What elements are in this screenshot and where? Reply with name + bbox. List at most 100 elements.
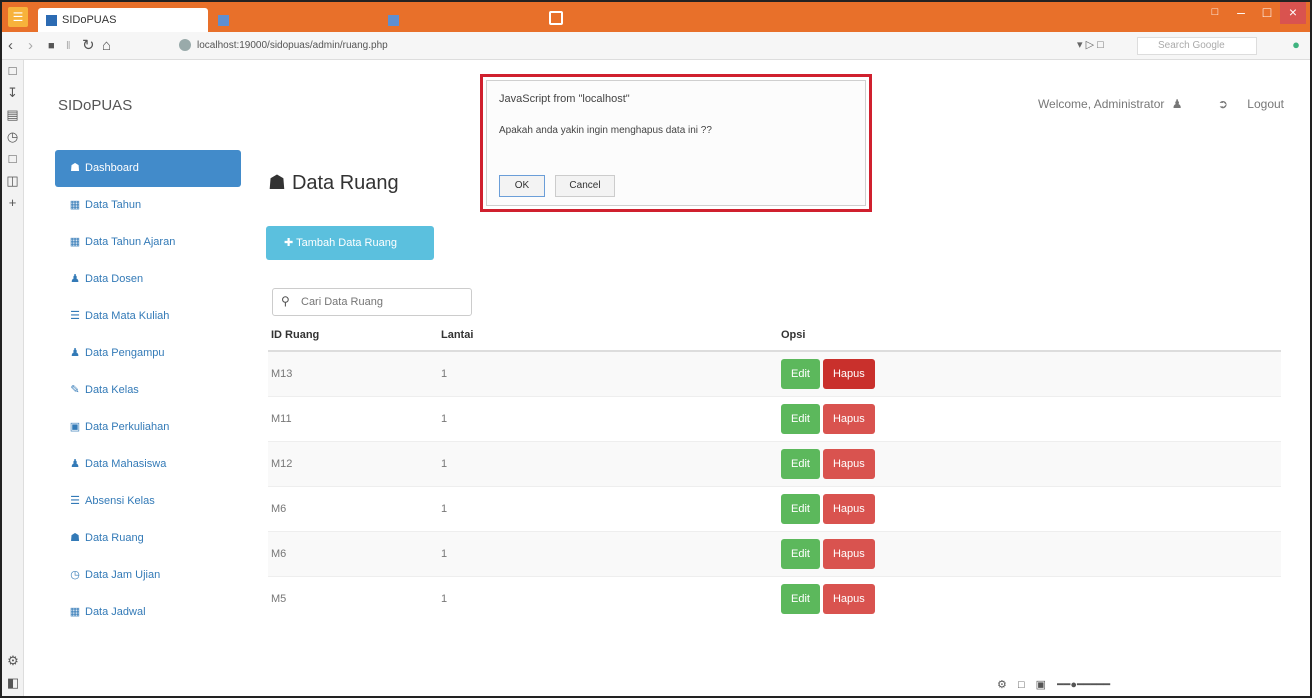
cell-id-ruang: M5 — [268, 575, 438, 621]
record-icon[interactable]: ■ — [48, 37, 55, 55]
sidebar-item-data-perkuliahan[interactable]: ▣ Data Perkuliahan — [55, 409, 241, 446]
sidebar-item-data-tahun-ajaran[interactable]: ▦ Data Tahun Ajaran — [55, 224, 241, 261]
edit-button[interactable]: Edit — [781, 538, 820, 569]
delete-button[interactable]: Hapus — [822, 448, 875, 479]
edit-button[interactable]: Edit — [781, 358, 820, 389]
edit-button[interactable]: Edit — [781, 403, 820, 434]
room-search-input[interactable] — [301, 293, 461, 311]
sidebar-item-data-jam-ujian[interactable]: ◷ Data Jam Ujian — [55, 557, 241, 594]
column-header-id-ruang[interactable]: ID Ruang — [268, 319, 438, 352]
close-window-icon[interactable]: × — [1280, 2, 1306, 24]
home-icon: ☗ — [70, 532, 80, 544]
image-icon[interactable]: ▣ — [1036, 679, 1046, 691]
window-icon[interactable]: □ — [2, 148, 23, 170]
user-icon: ♟ — [70, 273, 80, 285]
delete-button[interactable]: Hapus — [822, 493, 875, 524]
home-icon[interactable]: ⌂ — [102, 37, 111, 55]
table-header-row: ID Ruang Lantai Opsi — [268, 319, 1281, 352]
add-room-button[interactable]: ✚ Tambah Data Ruang — [266, 226, 434, 260]
column-header-lantai[interactable]: Lantai — [438, 319, 778, 352]
new-tab-icon[interactable] — [549, 11, 563, 25]
room-table: ID Ruang Lantai Opsi M13 1 Edit Hapus M11… — [268, 319, 1281, 621]
cell-opsi: Edit Hapus — [778, 350, 1281, 396]
cell-lantai: 1 — [438, 395, 778, 441]
tab-sidopuas[interactable]: SIDoPUAS — [38, 8, 208, 32]
cell-lantai: 1 — [438, 530, 778, 576]
cell-lantai: 1 — [438, 350, 778, 396]
zoom-slider[interactable]: ━━●━━━━━ — [1057, 679, 1110, 691]
reload-icon[interactable]: ↻ — [82, 37, 95, 55]
bookmarks-icon[interactable]: □ — [2, 60, 23, 82]
user-icon: ♟ — [1171, 97, 1183, 111]
extension-icon[interactable]: ● — [1292, 37, 1300, 52]
sidebar-item-data-kelas[interactable]: ✎ Data Kelas — [55, 372, 241, 409]
minimize-icon[interactable]: – — [1228, 2, 1254, 24]
table-icon: ▦ — [69, 199, 81, 211]
sidebar-item-data-jadwal[interactable]: ▦ Data Jadwal — [55, 594, 241, 631]
sidebar-item-data-mahasiswa[interactable]: ♟ Data Mahasiswa — [55, 446, 241, 483]
tab-background-1[interactable] — [210, 8, 378, 32]
sync-icon[interactable]: ⚙ — [997, 679, 1007, 691]
cell-id-ruang: M12 — [268, 440, 438, 486]
browser-search-input[interactable]: Search Google — [1137, 37, 1257, 55]
sidebar-item-absensi-kelas[interactable]: ☰ Absensi Kelas — [55, 483, 241, 520]
browser-window: ☰ SIDoPUAS □ – □ × ‹ › ■ ‖ ↻ ⌂ localhost… — [0, 0, 1312, 698]
tab-background-2[interactable] — [380, 8, 546, 32]
home-icon: ☗ — [70, 162, 80, 174]
page-favicon-icon — [388, 14, 399, 26]
clock-icon: ◷ — [70, 569, 80, 581]
edit-button[interactable]: Edit — [781, 493, 820, 524]
site-info-icon[interactable] — [179, 39, 191, 51]
address-bar: ‹ › ■ ‖ ↻ ⌂ localhost:19000/sidopuas/adm… — [2, 32, 1310, 60]
confirm-dialog: JavaScript from "localhost" Apakah anda … — [486, 80, 866, 206]
pause-icon[interactable]: ‖ — [66, 37, 71, 55]
table-row: M13 1 Edit Hapus — [268, 350, 1281, 396]
sidebar-item-data-tahun[interactable]: ▦ Data Tahun — [55, 187, 241, 224]
user-icon: ♟ — [70, 458, 80, 470]
cell-lantai: 1 — [438, 485, 778, 531]
logout-link[interactable]: ➲ Logout — [1202, 97, 1284, 111]
toolbar-icons[interactable]: ▾ ▷ □ — [1077, 38, 1104, 51]
history-icon[interactable]: ◷ — [2, 126, 23, 148]
downloads-icon[interactable]: ↧ — [2, 82, 23, 104]
search-icon: ⚲ — [281, 294, 290, 308]
cell-opsi: Edit Hapus — [778, 440, 1281, 486]
calendar-icon: ▦ — [69, 606, 81, 618]
cell-id-ruang: M11 — [268, 395, 438, 441]
delete-button[interactable]: Hapus — [822, 358, 875, 389]
sidebar-item-data-ruang[interactable]: ☗ Data Ruang — [55, 520, 241, 557]
panel-toggle-icon[interactable]: ◧ — [2, 672, 24, 694]
tab-bar: ☰ SIDoPUAS □ – □ × — [2, 2, 1310, 32]
edit-button[interactable]: Edit — [781, 583, 820, 614]
window-icon[interactable]: □ — [1018, 679, 1025, 691]
panel-icon[interactable]: ◫ — [2, 170, 23, 192]
cell-opsi: Edit Hapus — [778, 485, 1281, 531]
restore-icon[interactable]: □ — [1202, 2, 1228, 24]
list-icon: ☰ — [70, 495, 80, 507]
logout-icon: ➲ — [1217, 97, 1228, 111]
dialog-ok-button[interactable]: OK — [499, 175, 545, 197]
edit-button[interactable]: Edit — [781, 448, 820, 479]
sidebar-item-data-pengampu[interactable]: ♟ Data Pengampu — [55, 335, 241, 372]
back-icon[interactable]: ‹ — [8, 37, 13, 55]
sidebar-item-data-dosen[interactable]: ♟ Data Dosen — [55, 261, 241, 298]
browser-menu-icon[interactable]: ☰ — [8, 7, 28, 27]
dialog-cancel-button[interactable]: Cancel — [555, 175, 615, 197]
notes-icon[interactable]: ▤ — [2, 104, 23, 126]
list-icon: ☰ — [70, 310, 80, 322]
maximize-icon[interactable]: □ — [1254, 2, 1280, 24]
sidebar-item-dashboard[interactable]: ☗ Dashboard — [55, 150, 241, 187]
delete-button[interactable]: Hapus — [822, 538, 875, 569]
forward-icon[interactable]: › — [28, 37, 33, 55]
table-row: M12 1 Edit Hapus — [268, 440, 1281, 486]
url-field[interactable]: localhost:19000/sidopuas/admin/ruang.php — [197, 38, 897, 54]
sidebar-item-data-mata-kuliah[interactable]: ☰ Data Mata Kuliah — [55, 298, 241, 335]
add-panel-icon[interactable]: + — [2, 192, 23, 214]
app-brand[interactable]: SIDoPUAS — [58, 97, 132, 114]
delete-button[interactable]: Hapus — [822, 403, 875, 434]
settings-icon[interactable]: ⚙ — [2, 650, 24, 672]
delete-button[interactable]: Hapus — [822, 583, 875, 614]
side-panel-bar: □ ↧ ▤ ◷ □ ◫ + ⚙ ◧ — [2, 60, 24, 696]
welcome-text[interactable]: Welcome, Administrator ♟ — [1022, 97, 1183, 111]
user-nav: Welcome, Administrator ♟ ➲ Logout — [1006, 97, 1284, 111]
